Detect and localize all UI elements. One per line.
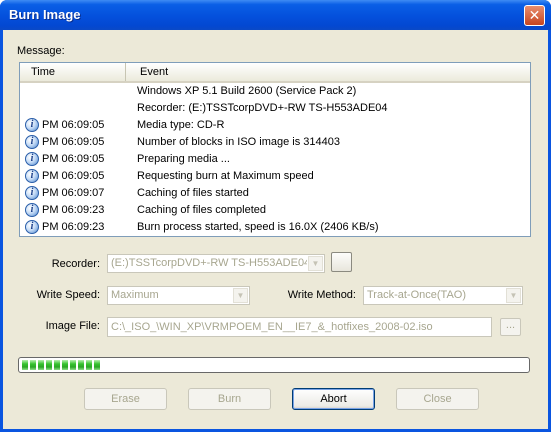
image-file-label: Image File: [45, 320, 100, 332]
info-icon: i [25, 152, 39, 166]
dialog-body: Message: Time Event Windows XP 5.1 Build… [3, 30, 548, 429]
write-method-value: Track-at-Once(TAO) [367, 289, 467, 301]
progress-segment [46, 360, 52, 370]
log-event: Media type: CD-R [137, 119, 225, 131]
progress-segment [78, 360, 84, 370]
close-window-button[interactable]: ✕ [524, 5, 545, 26]
info-icon: i [25, 118, 39, 132]
log-event: Preparing media ... [137, 153, 230, 165]
log-row[interactable]: i PM 06:09:23 Burn process started, speed … [20, 219, 530, 236]
log-event: Requesting burn at Maximum speed [137, 170, 314, 182]
log-event: Windows XP 5.1 Build 2600 (Service Pack … [137, 85, 357, 97]
burn-image-window: Burn Image ✕ Message: Time Event Windows… [0, 0, 551, 432]
title-bar[interactable]: Burn Image ✕ [0, 0, 551, 30]
log-time: PM 06:09:05 [42, 153, 105, 165]
log-time: PM 06:09:23 [42, 204, 105, 216]
browse-button[interactable]: ... [500, 318, 521, 336]
progress-segment [70, 360, 76, 370]
info-icon: i [25, 220, 39, 234]
recorder-value: (E:)TSSTcorpDVD+-RW TS-H553ADE04 [111, 257, 307, 269]
burn-progress-bar [18, 357, 530, 373]
write-speed-value: Maximum [111, 289, 159, 301]
log-row[interactable]: i PM 06:09:05 Requesting burn at Maximum s… [20, 168, 530, 185]
log-row[interactable]: Windows XP 5.1 Build 2600 (Service Pack … [20, 83, 530, 100]
progress-segment [54, 360, 60, 370]
erase-button[interactable]: Erase [84, 388, 167, 410]
log-row[interactable]: i PM 06:09:05 Media type: CD-R [20, 117, 530, 134]
log-rows: Windows XP 5.1 Build 2600 (Service Pack … [20, 83, 530, 236]
recorder-options-button[interactable] [331, 252, 352, 272]
progress-segment [38, 360, 44, 370]
window-title: Burn Image [9, 7, 81, 22]
log-time: PM 06:09:05 [42, 119, 105, 131]
recorder-label: Recorder: [51, 258, 100, 270]
chevron-down-icon: ▼ [506, 288, 521, 303]
progress-segment [94, 360, 100, 370]
log-row[interactable]: i PM 06:09:23 Caching of files completed [20, 202, 530, 219]
write-method-label: Write Method: [287, 289, 356, 301]
message-log-list[interactable]: Time Event Windows XP 5.1 Build 2600 (Se… [19, 62, 531, 237]
info-icon: i [25, 203, 39, 217]
message-label: Message: [17, 45, 65, 57]
info-icon: i [25, 169, 39, 183]
close-button[interactable]: Close [396, 388, 479, 410]
abort-button[interactable]: Abort [292, 388, 375, 410]
log-time: PM 06:09:07 [42, 187, 105, 199]
log-time: PM 06:09:23 [42, 221, 105, 233]
image-file-input[interactable]: C:\_ISO_\WIN_XP\VRMPOEM_EN__IE7_&_hotfix… [107, 317, 492, 337]
log-event: Number of blocks in ISO image is 314403 [137, 136, 340, 148]
progress-segment [22, 360, 28, 370]
burn-button[interactable]: Burn [188, 388, 271, 410]
log-header: Time Event [20, 63, 530, 83]
log-row[interactable]: i PM 06:09:05 Number of blocks in ISO imag… [20, 134, 530, 151]
info-icon: i [25, 186, 39, 200]
progress-fill [22, 360, 100, 370]
write-speed-select[interactable]: Maximum ▼ [107, 286, 250, 305]
recorder-select[interactable]: (E:)TSSTcorpDVD+-RW TS-H553ADE04 ▼ [107, 254, 325, 273]
log-row[interactable]: i PM 06:09:07 Caching of files started [20, 185, 530, 202]
progress-segment [86, 360, 92, 370]
log-event: Caching of files completed [137, 204, 267, 216]
log-event: Recorder: (E:)TSSTcorpDVD+-RW TS-H553ADE… [137, 102, 388, 114]
log-event: Caching of files started [137, 187, 249, 199]
chevron-down-icon: ▼ [233, 288, 248, 303]
event-column-header[interactable]: Event [127, 63, 168, 81]
log-time: PM 06:09:05 [42, 136, 105, 148]
image-file-value: C:\_ISO_\WIN_XP\VRMPOEM_EN__IE7_&_hotfix… [111, 321, 433, 333]
log-event: Burn process started, speed is 16.0X (24… [137, 221, 379, 233]
log-row[interactable]: Recorder: (E:)TSSTcorpDVD+-RW TS-H553ADE… [20, 100, 530, 117]
progress-segment [30, 360, 36, 370]
progress-segment [62, 360, 68, 370]
log-row[interactable]: i PM 06:09:05 Preparing media ... [20, 151, 530, 168]
write-method-select[interactable]: Track-at-Once(TAO) ▼ [363, 286, 523, 305]
write-speed-label: Write Speed: [36, 289, 100, 301]
log-time: PM 06:09:05 [42, 170, 105, 182]
info-icon: i [25, 135, 39, 149]
time-column-header[interactable]: Time [20, 63, 126, 81]
chevron-down-icon: ▼ [308, 256, 323, 271]
